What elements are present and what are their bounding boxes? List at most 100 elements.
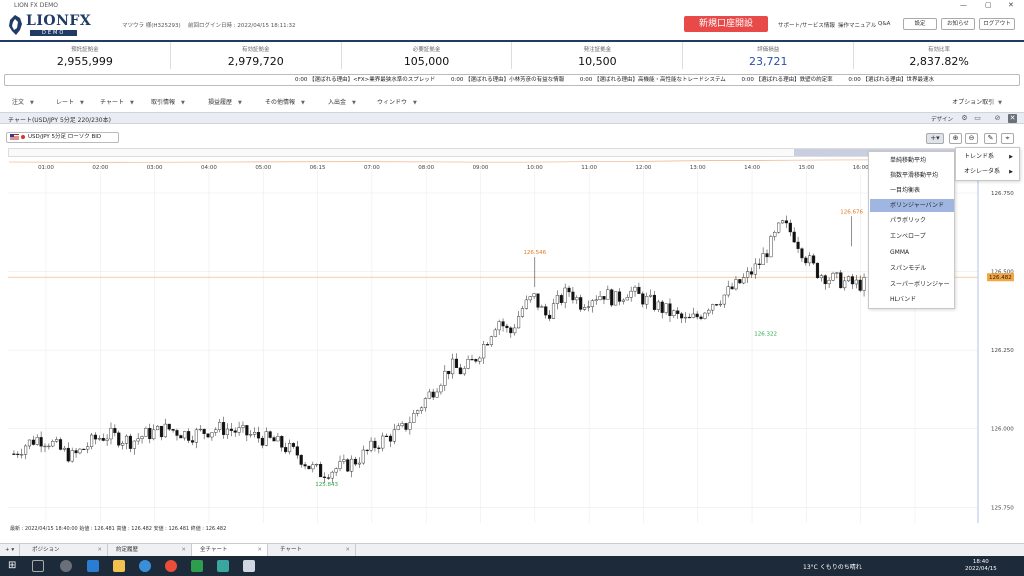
candle-body [555, 295, 559, 304]
menu-rate[interactable]: レート ▼ [56, 97, 84, 106]
indicator-parabolic[interactable]: パラボリック [870, 214, 954, 227]
category-trend[interactable]: トレンド系 ▶ [956, 150, 1019, 164]
ticker-item[interactable]: 0:00 【選ばれる理由】小林芳彦の有益な情報 [451, 77, 564, 83]
menu-other-info[interactable]: その他情報 ▼ [265, 97, 305, 106]
indicator-bollinger[interactable]: ボリンジャーバンド [870, 199, 954, 212]
folder-icon[interactable] [113, 560, 125, 572]
symbol-select-label: USD/JPY 5分足 ローソク BID [28, 134, 102, 140]
lionfx-app-icon[interactable] [243, 560, 255, 572]
indicator-gmma[interactable]: GMMA [870, 246, 954, 259]
candle-body [629, 290, 633, 298]
summary-label: 預託証拠金 [71, 47, 99, 53]
close-icon[interactable]: ✕ [345, 544, 350, 556]
candle-body [326, 477, 330, 479]
taskbar-clock[interactable]: 18:40 2022/04/15 [965, 559, 997, 573]
ticker-item[interactable]: 0:00 【選ばれる理由】高機能・高性能なトレードシステム [580, 77, 726, 83]
menu-window[interactable]: ウィンドウ ▼ [377, 97, 417, 106]
candle-body [43, 445, 47, 448]
summary-value: 2,955,999 [56, 55, 113, 68]
indicator-ichimoku[interactable]: 一目均衡表 [870, 184, 954, 197]
minimize-icon[interactable]: — [960, 1, 967, 9]
x-tick-label: 12:00 [636, 165, 652, 171]
indicator-hl-band[interactable]: HLバンド [870, 293, 954, 306]
add-tab-button[interactable]: + ▾ [0, 544, 20, 556]
logout-button[interactable]: ログアウト [979, 18, 1015, 30]
weather-status[interactable]: 13°C くもりのち晴れ [803, 562, 862, 571]
candle-body [260, 437, 264, 446]
menu-chart[interactable]: チャート ▼ [100, 97, 134, 106]
link-icon[interactable]: ⊘ [993, 114, 1002, 123]
close-icon[interactable]: ✕ [181, 544, 186, 556]
menu-trade-info[interactable]: 取引情報 ▼ [151, 97, 185, 106]
menu-pl-history[interactable]: 損益履歴 ▼ [208, 97, 242, 106]
zoom-out-icon[interactable]: ⊖ [965, 133, 978, 144]
app-icon[interactable] [60, 560, 72, 572]
indicator-super-bollinger[interactable]: スーパーボリンジャー [870, 278, 954, 291]
design-label[interactable]: デザイン [931, 115, 953, 123]
manual-link[interactable]: 操作マニュアル [838, 21, 876, 29]
notice-button[interactable]: お知らせ [941, 18, 975, 30]
category-label: オシレータ系 [964, 168, 1001, 175]
candle-body [784, 220, 788, 224]
menu-option-trade[interactable]: オプション取引 ▼ [952, 97, 1002, 106]
candle-body [373, 440, 377, 449]
close-icon[interactable]: ✕ [1008, 114, 1017, 123]
windows-start-icon[interactable]: ⊞ [8, 560, 20, 572]
close-icon[interactable]: ✕ [97, 544, 102, 556]
ticker-item[interactable]: 0:00 【選ばれる理由】<FX>業界最狭水準のスプレッド [295, 77, 435, 83]
chrome-icon[interactable] [165, 560, 177, 572]
app-icon[interactable] [217, 560, 229, 572]
zoom-in-icon[interactable]: ⊕ [949, 133, 962, 144]
tab-all-charts[interactable]: 全チャート ✕ [192, 544, 268, 556]
candle-body [470, 359, 474, 361]
crosshair-icon[interactable]: ⌖ [1001, 133, 1014, 144]
draw-tool-icon[interactable]: ✎ [984, 133, 997, 144]
candle-body [485, 344, 490, 346]
window-mode-icon[interactable]: ▭ [973, 114, 982, 123]
tab-execution-history[interactable]: 約定履歴 ✕ [108, 544, 192, 556]
candle-body [583, 307, 587, 310]
chart-navigator[interactable] [8, 148, 981, 163]
ticker-item[interactable]: 0:00 【選ばれる理由】鉄壁の約定率 [742, 77, 833, 83]
indicator-sma[interactable]: 単純移動平均 [870, 154, 954, 167]
menu-label: その他情報 [265, 99, 296, 106]
candle-body [707, 309, 711, 314]
gear-icon[interactable]: ⚙ [960, 114, 969, 123]
candle-body [268, 431, 272, 438]
candle-body [524, 299, 528, 309]
ticker-item[interactable]: 0:00 【選ばれる理由】世界最速水 [848, 77, 934, 83]
qa-link[interactable]: Q&A [878, 21, 890, 27]
candle-body [625, 297, 629, 301]
tab-positions[interactable]: ポジション ✕ [24, 544, 108, 556]
menu-order[interactable]: 注文 ▼ [12, 97, 34, 106]
candle-body [617, 291, 622, 302]
candle-body [660, 301, 664, 313]
settings-button[interactable]: 設定 [903, 18, 937, 30]
symbol-select[interactable]: USD/JPY 5分足 ローソク BID [6, 132, 119, 143]
candle-body [412, 413, 416, 423]
candle-body [854, 279, 858, 285]
open-account-button[interactable]: 新規口座開設 [684, 16, 768, 32]
tab-chart[interactable]: チャート ✕ [272, 544, 356, 556]
menu-deposit[interactable]: 入出金 ▼ [328, 97, 356, 106]
maximize-icon[interactable]: ▢ [985, 1, 992, 9]
indicator-ema[interactable]: 指数平滑移動平均 [870, 169, 954, 182]
indicator-envelope[interactable]: エンベロープ [870, 230, 954, 243]
add-indicator-button[interactable]: +▾ [926, 133, 944, 144]
browser-icon[interactable] [139, 560, 151, 572]
candle-body [808, 255, 812, 264]
indicator-span-model[interactable]: スパンモデル [870, 262, 954, 275]
category-oscillator[interactable]: オシレータ系 ▶ [956, 165, 1019, 179]
support-link[interactable]: サポート/サービス情報 [778, 21, 835, 29]
close-window-icon[interactable]: ✕ [1008, 1, 1014, 9]
candle-body [602, 296, 606, 300]
candle-body [517, 316, 521, 329]
close-icon[interactable]: ✕ [257, 544, 262, 556]
sheets-icon[interactable] [191, 560, 203, 572]
candle-body [214, 429, 218, 433]
news-ticker[interactable]: 0:00 【選ばれる理由】<FX>業界最狭水準のスプレッド 0:00 【選ばれる… [4, 74, 1020, 86]
word-icon[interactable] [87, 560, 99, 572]
candle-body [82, 448, 86, 451]
task-view-icon[interactable] [32, 560, 44, 572]
candle-body [24, 445, 28, 455]
